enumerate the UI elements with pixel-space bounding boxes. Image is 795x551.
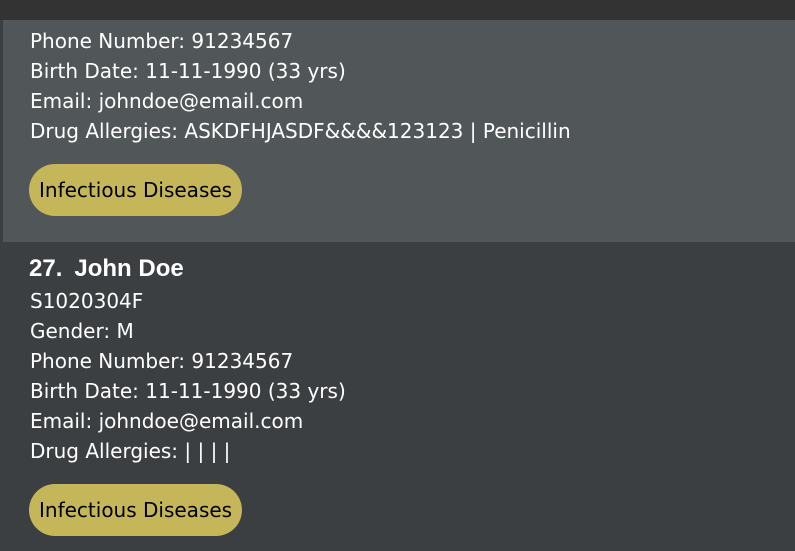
department-tag: Infectious Diseases — [29, 484, 243, 536]
drug-allergies: Drug Allergies: ASKDFHJASDF&&&&123123 | … — [30, 119, 571, 143]
drug-allergies: Drug Allergies: | | | | — [30, 439, 231, 463]
patient-card-selected[interactable]: Phone Number: 91234567 Birth Date: 11-11… — [3, 20, 795, 242]
patient-name: John Doe — [74, 255, 184, 282]
birth-date: Birth Date: 11-11-1990 (33 yrs) — [30, 379, 346, 403]
gender: Gender: M — [30, 319, 134, 343]
patient-card[interactable]: 27. John Doe S1020304F Gender: M Phone Nu… — [3, 242, 795, 551]
nric: S1020304F — [30, 289, 144, 313]
email: Email: johndoe@email.com — [30, 409, 304, 433]
phone-number: Phone Number: 91234567 — [30, 349, 294, 373]
patient-name-row: 27. John Doe — [29, 254, 184, 284]
phone-number: Phone Number: 91234567 — [30, 29, 294, 53]
list-top-edge — [0, 0, 795, 20]
birth-date: Birth Date: 11-11-1990 (33 yrs) — [30, 59, 346, 83]
department-tag: Infectious Diseases — [29, 164, 243, 216]
email: Email: johndoe@email.com — [30, 89, 304, 113]
patient-index: 27. — [29, 255, 63, 282]
